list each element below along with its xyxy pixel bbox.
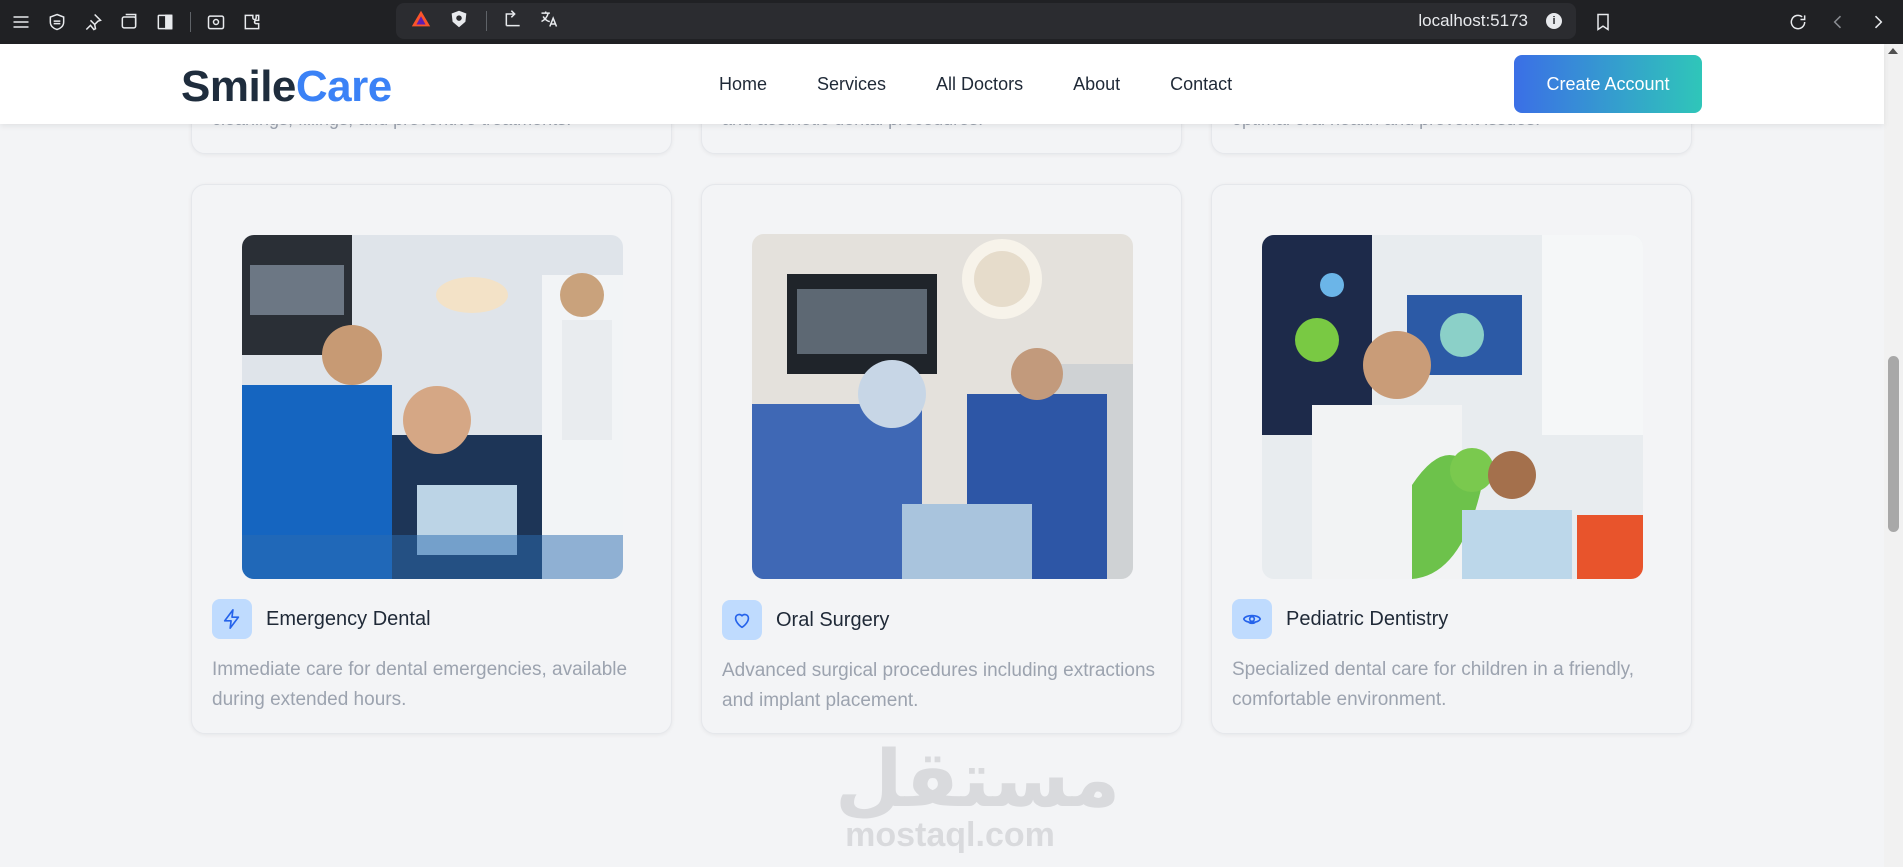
- page-scrollbar[interactable]: [1884, 44, 1903, 867]
- scroll-up-arrow-icon[interactable]: [1888, 48, 1898, 54]
- bookmark-icon[interactable]: [1592, 11, 1614, 33]
- watermark-arabic: مستقل: [835, 735, 1121, 825]
- service-photo: [242, 235, 623, 579]
- screenshot-icon[interactable]: [205, 11, 227, 33]
- nav-about[interactable]: About: [1073, 74, 1120, 95]
- url-text[interactable]: localhost:5173: [1418, 11, 1528, 31]
- toolbar-divider: [190, 12, 191, 32]
- extensions-icon[interactable]: [241, 11, 263, 33]
- lightning-icon: [212, 599, 252, 639]
- main-nav: Home Services All Doctors About Contact: [719, 44, 1232, 124]
- back-icon[interactable]: [1827, 11, 1849, 33]
- nav-all-doctors[interactable]: All Doctors: [936, 74, 1023, 95]
- browser-toolbar: localhost:5173 i: [0, 0, 1903, 44]
- card-description: Immediate care for dental emergencies, a…: [212, 659, 628, 710]
- pin-icon[interactable]: [82, 11, 104, 33]
- sidebar-icon[interactable]: [154, 11, 176, 33]
- nav-services[interactable]: Services: [817, 74, 886, 95]
- card-description: Advanced surgical procedures including e…: [722, 660, 1156, 711]
- card-title-row: Pediatric Dentistry: [1232, 599, 1448, 639]
- card-title-row: Oral Surgery: [722, 600, 889, 640]
- shield-icon[interactable]: [46, 11, 68, 33]
- card-title-row: Emergency Dental: [212, 599, 431, 639]
- tabs-icon[interactable]: [118, 11, 140, 33]
- watermark-logo: مستقل mostaql.com: [835, 735, 1121, 855]
- card-description: Specialized dental care for children in …: [1232, 659, 1635, 710]
- service-card-pediatric-dentistry[interactable]: Pediatric Dentistry Specialized dental c…: [1211, 184, 1692, 734]
- service-photo: [1262, 235, 1643, 579]
- site-logo[interactable]: SmileCare: [181, 62, 392, 112]
- create-account-button[interactable]: Create Account: [1514, 55, 1702, 113]
- address-divider: [486, 11, 487, 31]
- card-title: Oral Surgery: [776, 608, 890, 631]
- card-title: Pediatric Dentistry: [1286, 607, 1449, 630]
- smile-face-icon: [1232, 599, 1272, 639]
- service-photo: [752, 234, 1133, 579]
- site-info-icon[interactable]: i: [1546, 13, 1562, 29]
- card-title: Emergency Dental: [266, 607, 431, 630]
- share-icon[interactable]: [503, 9, 523, 34]
- site-header: SmileCare Home Services All Doctors Abou…: [0, 44, 1884, 124]
- service-card-emergency-dental[interactable]: Emergency Dental Immediate care for dent…: [191, 184, 672, 734]
- reload-icon[interactable]: [1787, 11, 1809, 33]
- scrollbar-thumb[interactable]: [1888, 356, 1899, 532]
- watermark-latin: mostaql.com: [845, 816, 1055, 854]
- service-card-oral-surgery[interactable]: Oral Surgery Advanced surgical procedure…: [701, 184, 1182, 734]
- translate-icon[interactable]: [539, 9, 559, 34]
- brave-shield-icon[interactable]: [448, 8, 470, 35]
- brave-rewards-icon[interactable]: [410, 8, 432, 35]
- forward-icon[interactable]: [1867, 11, 1889, 33]
- nav-home[interactable]: Home: [719, 74, 767, 95]
- heart-icon: [722, 600, 762, 640]
- nav-contact[interactable]: Contact: [1170, 74, 1232, 95]
- address-bar[interactable]: localhost:5173 i: [396, 3, 1576, 39]
- menu-icon[interactable]: [10, 11, 32, 33]
